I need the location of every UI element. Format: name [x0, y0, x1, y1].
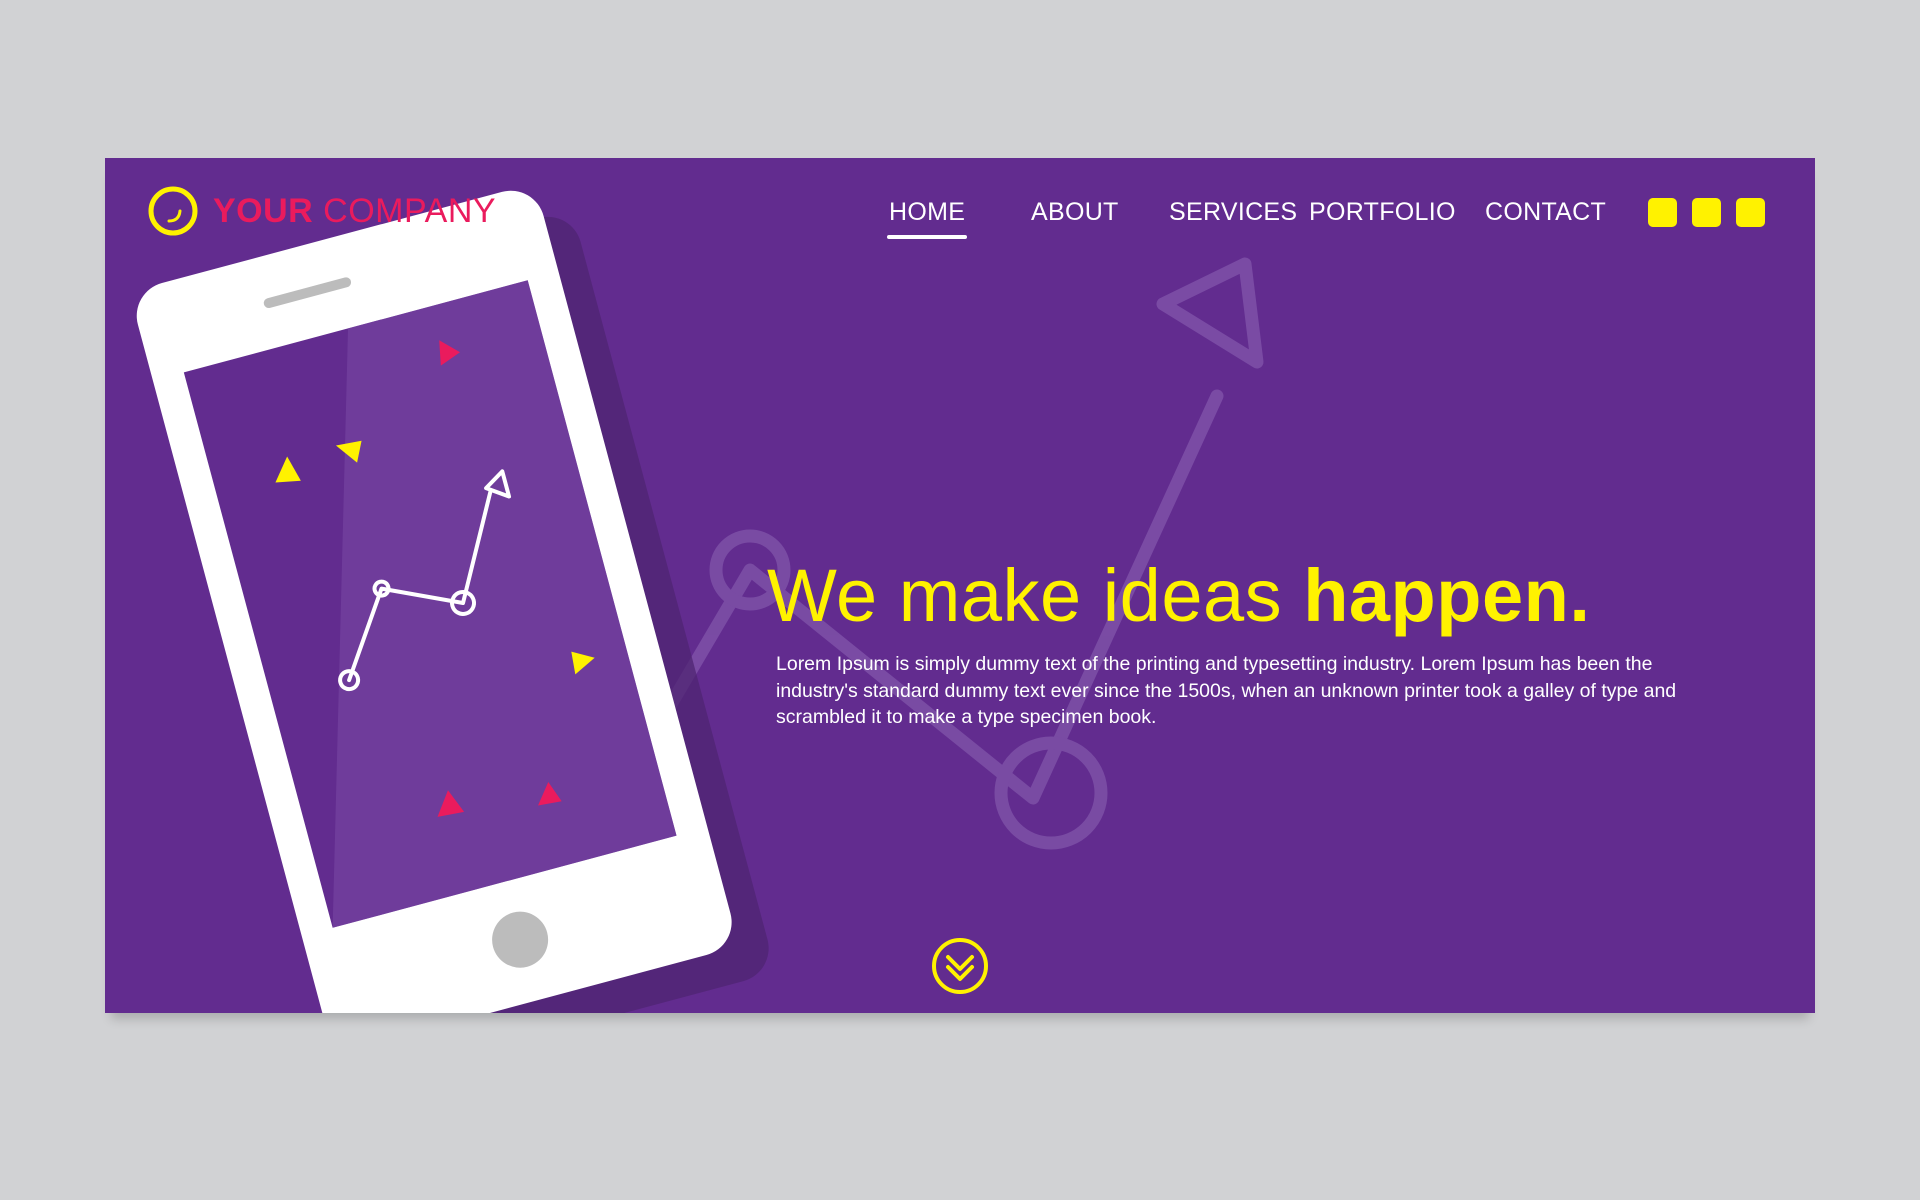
- square-icon-1[interactable]: [1648, 198, 1677, 227]
- hero-headline: We make ideas happen.: [767, 553, 1590, 638]
- hero-headline-light: We make ideas: [767, 554, 1304, 637]
- hero-headline-dot: .: [1569, 554, 1591, 637]
- hero-headline-bold: happen: [1303, 554, 1570, 637]
- nav-contact-link[interactable]: CONTACT: [1485, 198, 1606, 227]
- landing-page-frame: YOUR COMPANY HOME ABOUT SERVICES PORTFOL…: [105, 158, 1815, 1013]
- square-icon-3[interactable]: [1736, 198, 1765, 227]
- nav-about-link[interactable]: ABOUT: [1031, 198, 1119, 227]
- main-navigation: HOME ABOUT SERVICES PORTFOLIO CONTACT: [105, 198, 1815, 239]
- nav-services-link[interactable]: SERVICES: [1169, 198, 1297, 227]
- nav-home-link[interactable]: HOME: [886, 198, 968, 239]
- hero-description: Lorem Ipsum is simply dummy text of the …: [776, 653, 1677, 728]
- double-chevron-down-icon[interactable]: [931, 937, 989, 995]
- nav-portfolio-link[interactable]: PORTFOLIO: [1309, 198, 1456, 227]
- square-icon-2[interactable]: [1692, 198, 1721, 227]
